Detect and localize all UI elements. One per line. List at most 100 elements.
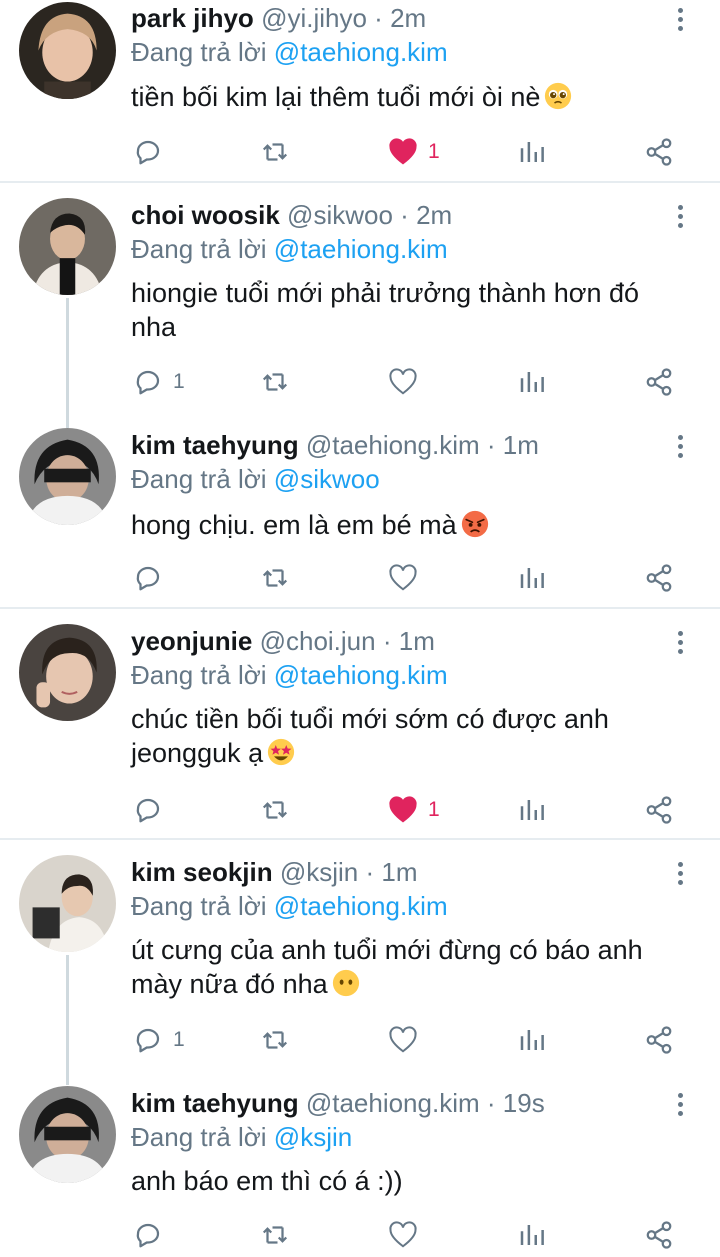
timestamp[interactable]: 1m <box>399 626 435 656</box>
more-options-icon[interactable] <box>672 631 688 661</box>
stats-button[interactable] <box>517 1217 547 1253</box>
user-handle[interactable]: @taehiong.kim <box>306 1088 480 1118</box>
retweet-button[interactable] <box>260 792 290 828</box>
share-button[interactable] <box>644 1022 674 1058</box>
tweet-separator <box>0 181 720 183</box>
avatar[interactable] <box>19 855 116 952</box>
user-handle[interactable]: @taehiong.kim <box>306 430 480 460</box>
tweet-separator <box>0 607 720 609</box>
display-name[interactable]: choi woosik <box>131 200 280 230</box>
reply-button[interactable]: 1 <box>133 364 185 400</box>
avatar[interactable] <box>19 624 116 721</box>
tweet[interactable]: kim taehyung @taehiong.kim · 1m Đang trả… <box>0 428 720 607</box>
more-options-icon[interactable] <box>672 205 688 235</box>
share-button[interactable] <box>644 792 674 828</box>
more-options-icon[interactable] <box>672 8 688 38</box>
more-options-icon[interactable] <box>672 862 688 892</box>
tweet-header: kim taehyung @taehiong.kim · 1m <box>131 428 539 462</box>
tweet-actions: 1 <box>0 1022 720 1058</box>
like-button[interactable] <box>388 364 428 400</box>
avatar[interactable] <box>19 2 116 99</box>
mention-link[interactable]: @taehiong.kim <box>274 891 448 921</box>
separator-dot: · <box>374 3 383 33</box>
share-button[interactable] <box>644 560 674 596</box>
mention-link[interactable]: @taehiong.kim <box>274 234 448 264</box>
timestamp[interactable]: 2m <box>416 200 452 230</box>
reply-icon <box>136 566 160 591</box>
pleading-face-icon <box>545 82 572 110</box>
stats-button[interactable] <box>517 560 547 596</box>
tweet-separator <box>0 838 720 840</box>
share-button[interactable] <box>644 364 674 400</box>
like-button[interactable] <box>388 1022 428 1058</box>
share-button[interactable] <box>644 134 674 170</box>
reply-feed: park jihyo @yi.jihyo · 2m Đang trả lời @… <box>0 0 720 1257</box>
stats-icon <box>520 142 544 162</box>
avatar[interactable] <box>19 198 116 295</box>
reply-button[interactable] <box>133 1217 173 1253</box>
share-icon <box>646 564 672 592</box>
user-handle[interactable]: @ksjin <box>280 857 358 887</box>
replying-to-label: Đang trả lời <box>131 464 267 494</box>
share-button[interactable] <box>644 1217 674 1253</box>
display-name[interactable]: park jihyo <box>131 3 254 33</box>
display-name[interactable]: kim taehyung <box>131 430 299 460</box>
tweet[interactable]: choi woosik @sikwoo · 2m Đang trả lời @t… <box>0 198 720 408</box>
timestamp[interactable]: 1m <box>381 857 417 887</box>
tweet-text: hiongie tuổi mới phải trưởng thành hơn đ… <box>131 276 691 344</box>
like-button[interactable] <box>388 560 428 596</box>
mention-link[interactable]: @ksjin <box>274 1122 352 1152</box>
retweet-button[interactable] <box>260 560 290 596</box>
tweet-header: choi woosik @sikwoo · 2m <box>131 198 452 232</box>
mention-link[interactable]: @taehiong.kim <box>274 37 448 67</box>
tweet[interactable]: kim seokjin @ksjin · 1m Đang trả lời @ta… <box>0 855 720 1065</box>
timestamp[interactable]: 1m <box>503 430 539 460</box>
tweet-actions <box>0 560 720 596</box>
mention-link[interactable]: @sikwoo <box>274 464 380 494</box>
replying-to-label: Đang trả lời <box>131 37 267 67</box>
display-name[interactable]: yeonjunie <box>131 626 252 656</box>
timestamp[interactable]: 19s <box>503 1088 545 1118</box>
like-button[interactable]: 1 <box>388 134 440 170</box>
tweet[interactable]: yeonjunie @choi.jun · 1m Đang trả lời @t… <box>0 624 720 838</box>
reply-count: 1 <box>173 1028 185 1051</box>
stats-button[interactable] <box>517 1022 547 1058</box>
heart-icon <box>389 1026 417 1053</box>
replying-to: Đang trả lời @taehiong.kim <box>131 889 448 923</box>
share-icon <box>646 138 672 166</box>
separator-dot: · <box>365 857 375 887</box>
retweet-button[interactable] <box>260 364 290 400</box>
reply-button[interactable] <box>133 134 173 170</box>
tweet[interactable]: park jihyo @yi.jihyo · 2m Đang trả lời @… <box>0 0 720 181</box>
timestamp[interactable]: 2m <box>390 3 426 33</box>
replying-to-label: Đang trả lời <box>131 1122 267 1152</box>
user-handle[interactable]: @sikwoo <box>287 200 393 230</box>
like-button[interactable] <box>388 1217 428 1253</box>
stats-button[interactable] <box>517 792 547 828</box>
mention-link[interactable]: @taehiong.kim <box>274 660 448 690</box>
reply-button[interactable] <box>133 792 173 828</box>
more-options-icon[interactable] <box>672 435 688 465</box>
avatar[interactable] <box>19 1086 116 1183</box>
retweet-button[interactable] <box>260 1022 290 1058</box>
retweet-button[interactable] <box>260 1217 290 1253</box>
retweet-button[interactable] <box>260 134 290 170</box>
user-handle[interactable]: @choi.jun <box>260 626 376 656</box>
avatar[interactable] <box>19 428 116 525</box>
reply-icon <box>136 1028 160 1053</box>
tweet-header: kim seokjin @ksjin · 1m <box>131 855 418 889</box>
display-name[interactable]: kim taehyung <box>131 1088 299 1118</box>
stats-button[interactable] <box>517 364 547 400</box>
tweet-header: kim taehyung @taehiong.kim · 19s <box>131 1086 545 1120</box>
display-name[interactable]: kim seokjin <box>131 857 273 887</box>
reply-button[interactable] <box>133 560 173 596</box>
tweet-actions <box>0 1217 720 1253</box>
more-options-icon[interactable] <box>672 1093 688 1123</box>
stats-icon <box>520 372 544 392</box>
reply-button[interactable]: 1 <box>133 1022 185 1058</box>
retweet-icon <box>262 1031 288 1049</box>
like-button[interactable]: 1 <box>388 792 440 828</box>
tweet[interactable]: kim taehyung @taehiong.kim · 19s Đang tr… <box>0 1086 720 1257</box>
user-handle[interactable]: @yi.jihyo <box>261 3 367 33</box>
stats-button[interactable] <box>517 134 547 170</box>
